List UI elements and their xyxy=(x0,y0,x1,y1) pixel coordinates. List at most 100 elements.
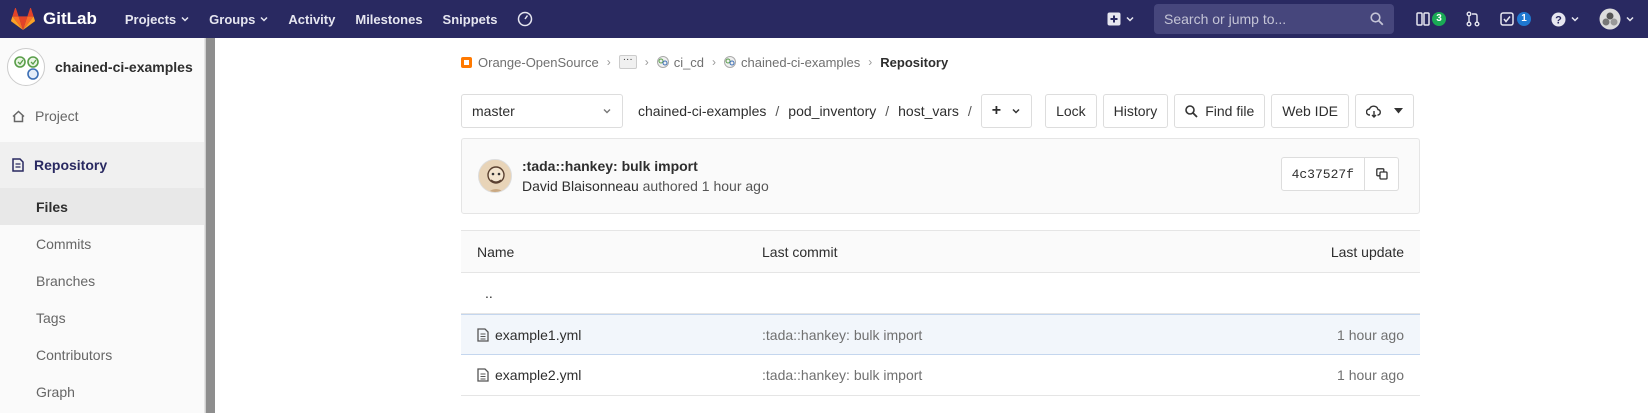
file-icon xyxy=(477,327,489,342)
last-commit-panel: :tada::hankey: bulk import David Blaison… xyxy=(461,138,1420,214)
path-segment[interactable]: host_vars xyxy=(898,103,959,119)
search-placeholder: Search or jump to... xyxy=(1164,11,1287,27)
breadcrumb-item-project[interactable]: chained-ci-examples xyxy=(741,55,860,70)
commit-sha[interactable]: 4c37527f xyxy=(1280,157,1365,191)
gitlab-home-link[interactable]: GitLab xyxy=(11,8,97,30)
find-file-button-label: Find file xyxy=(1205,103,1255,119)
sidebar-subitem-commits[interactable]: Commits xyxy=(0,225,204,262)
breadcrumb-item-subgroup[interactable]: ci_cd xyxy=(674,55,704,70)
chevron-down-icon xyxy=(260,16,268,22)
tree-controls: master chained-ci-examples / pod_invento… xyxy=(461,94,1420,128)
commit-author[interactable]: David Blaisonneau xyxy=(522,178,639,194)
breadcrumb-expand-button[interactable]: ··· xyxy=(618,55,637,69)
copy-icon xyxy=(1375,168,1388,180)
sidebar-subitem-tags[interactable]: Tags xyxy=(0,299,204,336)
project-name: chained-ci-examples xyxy=(55,59,193,75)
issues-count-badge: 3 xyxy=(1432,12,1446,26)
new-item-dropdown[interactable] xyxy=(1097,0,1144,38)
parent-dir-row[interactable]: .. xyxy=(461,273,1420,314)
sidebar-scrollbar[interactable] xyxy=(205,38,215,413)
path-segment[interactable]: chained-ci-examples xyxy=(638,103,766,119)
commit-title[interactable]: :tada::hankey: bulk import xyxy=(522,158,769,174)
chevron-down-icon xyxy=(1126,16,1134,22)
lock-button[interactable]: Lock xyxy=(1045,94,1097,128)
nav-snippets[interactable]: Snippets xyxy=(433,0,508,38)
add-to-tree-dropdown[interactable]: + xyxy=(980,94,1033,128)
history-button[interactable]: History xyxy=(1102,94,1169,128)
nav-snippets-label: Snippets xyxy=(442,11,498,27)
table-row[interactable]: example2.yml :tada::hankey: bulk import … xyxy=(461,355,1420,396)
plus-icon: + xyxy=(991,102,1002,119)
file-tree-table: Name Last commit Last update .. example1… xyxy=(461,230,1420,396)
project-header[interactable]: chained-ci-examples xyxy=(0,38,204,96)
issues-icon xyxy=(1416,12,1430,26)
group-avatar-icon xyxy=(461,56,472,68)
project-avatar-icon xyxy=(14,56,39,80)
commit-sha-group: 4c37527f xyxy=(1280,157,1399,191)
help-dropdown[interactable]: ? xyxy=(1541,0,1589,38)
file-name-link[interactable]: example2.yml xyxy=(495,367,581,383)
todo-check-icon xyxy=(1500,12,1514,26)
brand-name: GitLab xyxy=(43,9,97,28)
todos-button[interactable]: 1 xyxy=(1490,0,1541,38)
header-name: Name xyxy=(477,243,515,260)
issues-button[interactable]: 3 xyxy=(1406,0,1456,38)
todos-count-badge: 1 xyxy=(1517,12,1531,26)
project-avatar xyxy=(7,48,45,86)
parent-dir-link[interactable]: .. xyxy=(477,285,762,301)
project-sidebar: chained-ci-examples Project Repository F… xyxy=(0,38,205,413)
merge-requests-button[interactable] xyxy=(1456,0,1490,38)
commit-meta: David Blaisonneau authored 1 hour ago xyxy=(522,178,769,194)
search-input[interactable]: Search or jump to... xyxy=(1154,4,1394,34)
branch-select[interactable]: master xyxy=(461,94,623,128)
document-icon xyxy=(12,158,24,172)
file-name-link[interactable]: example1.yml xyxy=(495,327,581,343)
caret-down-icon xyxy=(1394,108,1404,114)
user-menu-dropdown[interactable] xyxy=(1589,0,1648,38)
header-last-commit: Last commit xyxy=(762,243,838,260)
sidebar-subitem-label: Files xyxy=(36,198,68,215)
path-segment[interactable]: pod_inventory xyxy=(788,103,876,119)
nav-milestones[interactable]: Milestones xyxy=(345,0,432,38)
copy-sha-button[interactable] xyxy=(1365,157,1399,191)
top-navbar: GitLab Projects Groups Activity Mileston… xyxy=(0,0,1648,38)
nav-activity[interactable]: Activity xyxy=(278,0,345,38)
file-name-cell: example1.yml xyxy=(477,327,762,343)
sidebar-item-project[interactable]: Project xyxy=(0,96,204,136)
web-ide-button[interactable]: Web IDE xyxy=(1271,94,1350,128)
nav-groups[interactable]: Groups xyxy=(199,0,278,38)
author-avatar[interactable] xyxy=(478,159,512,193)
dashboard-gauge-icon xyxy=(518,11,533,27)
sidebar-item-repository[interactable]: Repository xyxy=(0,142,204,188)
table-header: Name Last commit Last update xyxy=(461,231,1420,273)
sidebar-subitem-branches[interactable]: Branches xyxy=(0,262,204,299)
breadcrumb-current[interactable]: Repository xyxy=(880,55,948,70)
sidebar-item-label: Repository xyxy=(34,157,108,173)
path-separator: / xyxy=(885,103,890,119)
user-avatar-icon xyxy=(1599,8,1621,30)
cloud-download-icon xyxy=(1366,105,1381,118)
file-commit-link[interactable]: :tada::hankey: bulk import xyxy=(762,367,1162,383)
plus-square-icon xyxy=(1107,12,1121,26)
file-commit-link[interactable]: :tada::hankey: bulk import xyxy=(762,327,1162,343)
merge-request-icon xyxy=(1466,11,1480,27)
sidebar-subitem-files[interactable]: Files xyxy=(0,188,204,225)
file-updated: 1 hour ago xyxy=(1337,367,1404,383)
breadcrumb-item-group[interactable]: Orange-OpenSource xyxy=(478,55,599,70)
sidebar-item-label: Project xyxy=(35,108,79,124)
nav-milestones-label: Milestones xyxy=(355,11,423,27)
path-separator: / xyxy=(775,103,780,119)
sidebar-subitem-label: Graph xyxy=(36,383,75,400)
table-row[interactable]: example1.yml :tada::hankey: bulk import … xyxy=(461,314,1420,355)
commit-time: authored 1 hour ago xyxy=(642,178,769,194)
chevron-down-icon xyxy=(1571,16,1579,22)
download-dropdown[interactable] xyxy=(1355,94,1415,128)
chevron-down-icon xyxy=(1012,108,1020,114)
nav-groups-label: Groups xyxy=(209,11,256,27)
sidebar-subitem-graph[interactable]: Graph xyxy=(0,373,204,410)
sidebar-subitem-contributors[interactable]: Contributors xyxy=(0,336,204,373)
gitlab-logo-icon xyxy=(11,8,35,30)
find-file-button[interactable]: Find file xyxy=(1174,94,1266,128)
performance-bar-button[interactable] xyxy=(507,0,543,38)
nav-projects[interactable]: Projects xyxy=(115,0,199,38)
